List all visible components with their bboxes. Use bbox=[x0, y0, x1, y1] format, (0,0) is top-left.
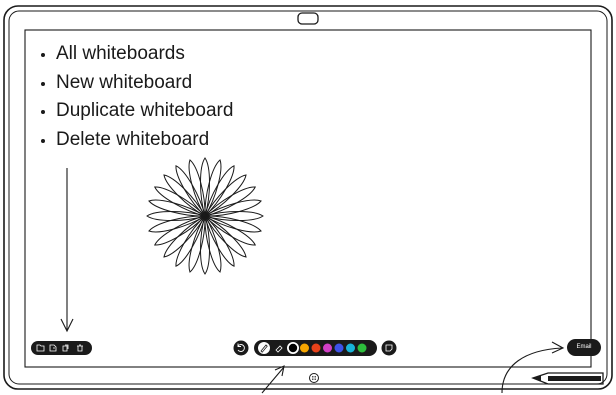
flower-petal bbox=[203, 215, 256, 246]
color-swatch[interactable] bbox=[357, 343, 367, 353]
menu-item-new-whiteboard[interactable]: New whiteboard bbox=[38, 69, 233, 98]
flower-petal bbox=[175, 214, 206, 267]
color-swatch[interactable] bbox=[323, 343, 332, 353]
color-swatch[interactable] bbox=[300, 343, 309, 353]
arrowhead-email bbox=[551, 341, 565, 354]
menu-item-delete-whiteboard[interactable]: Delete whiteboard bbox=[38, 126, 233, 155]
color-swatch[interactable] bbox=[346, 343, 355, 353]
grid-icon bbox=[312, 376, 316, 380]
whiteboard-menu: All whiteboards New whiteboard Duplicate… bbox=[38, 40, 233, 154]
stylus-body bbox=[548, 376, 601, 381]
menu-item-all-whiteboards[interactable]: All whiteboards bbox=[38, 40, 233, 69]
flower-petal bbox=[175, 165, 206, 218]
menu-item-duplicate-whiteboard[interactable]: Duplicate whiteboard bbox=[38, 97, 233, 126]
left-toolbar bbox=[31, 341, 92, 355]
color-swatch[interactable] bbox=[288, 343, 298, 353]
color-swatch[interactable] bbox=[334, 343, 344, 353]
color-swatch[interactable] bbox=[311, 343, 321, 353]
pointer-arrow-email bbox=[501, 347, 563, 394]
flower-petal bbox=[154, 186, 207, 217]
undo-button[interactable] bbox=[233, 340, 249, 356]
camera-icon bbox=[297, 12, 319, 25]
flower-drawing-icon bbox=[146, 157, 264, 275]
flower-petal bbox=[204, 165, 235, 218]
email-button[interactable]: Email bbox=[567, 339, 601, 356]
sticky-note-button[interactable] bbox=[381, 340, 397, 356]
